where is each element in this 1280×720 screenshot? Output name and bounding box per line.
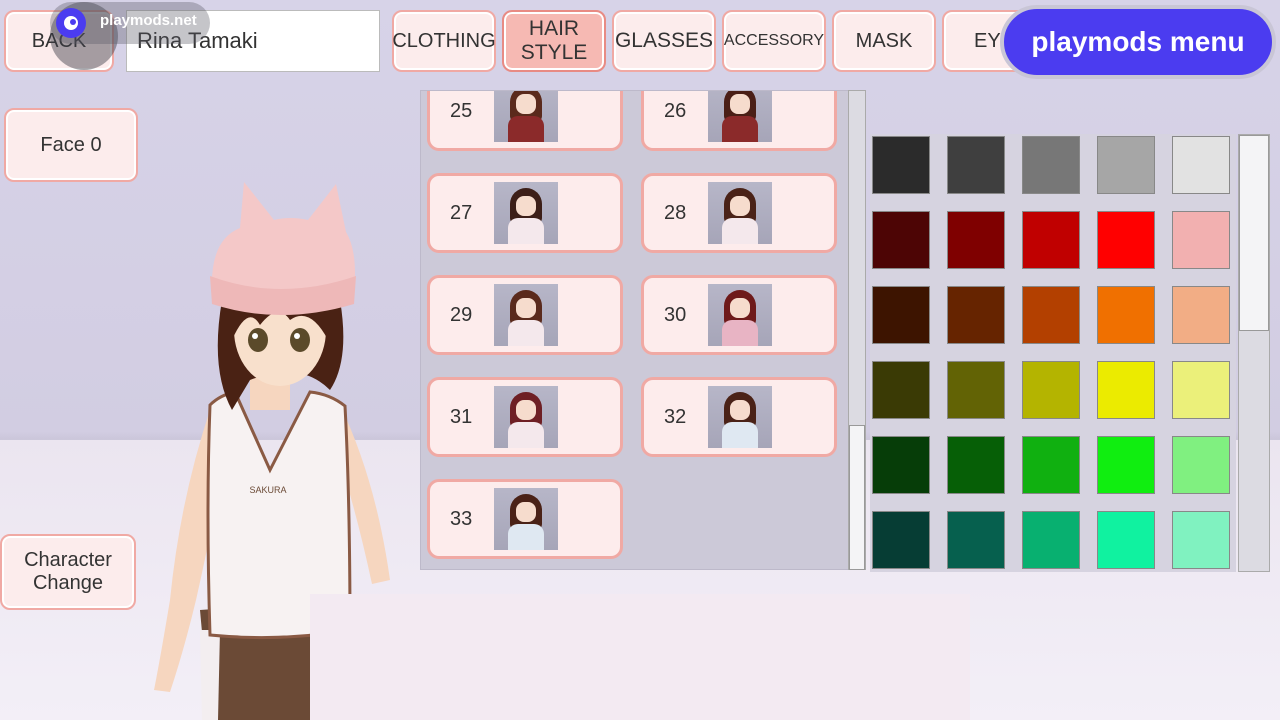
hair-style-item[interactable]: 32 (641, 377, 837, 457)
color-swatch[interactable] (947, 211, 1005, 269)
hair-style-number: 32 (664, 405, 687, 428)
hair-style-thumbnail (494, 488, 558, 550)
hair-style-number: 26 (664, 99, 687, 122)
hair-style-item[interactable]: 27 (427, 173, 623, 253)
face-button-label: Face 0 (40, 133, 102, 156)
hair-style-item[interactable]: 26 (641, 91, 837, 151)
hair-style-number: 27 (450, 201, 473, 224)
hair-style-item[interactable]: 31 (427, 377, 623, 457)
tab-clothing[interactable]: CLOTHING (392, 10, 496, 72)
color-swatch[interactable] (1097, 211, 1155, 269)
color-swatch[interactable] (947, 286, 1005, 344)
tab-accessory-label: ACCESSORY (723, 32, 825, 49)
hair-style-item[interactable]: 30 (641, 275, 837, 355)
color-swatch[interactable] (1172, 436, 1230, 494)
site-label: playmods.net (100, 12, 197, 29)
tab-accessory[interactable]: ACCESSORY (722, 10, 826, 72)
hair-style-number: 28 (664, 201, 687, 224)
color-swatch[interactable] (872, 361, 930, 419)
playmods-logo-icon (56, 8, 86, 38)
hair-style-item[interactable]: 29 (427, 275, 623, 355)
color-swatch[interactable] (1172, 511, 1230, 569)
character-change-label: Character Change (24, 549, 112, 594)
color-swatch[interactable] (947, 436, 1005, 494)
hair-style-thumbnail (708, 182, 772, 244)
hair-style-number: 29 (450, 303, 473, 326)
hair-style-number: 33 (450, 507, 473, 530)
color-swatch[interactable] (947, 136, 1005, 194)
hair-style-thumbnail (494, 91, 558, 142)
shirt-logo: SAKURA (249, 485, 286, 495)
hair-style-number: 31 (450, 405, 473, 428)
hair-style-number: 25 (450, 99, 473, 122)
hair-style-item[interactable]: 33 (427, 479, 623, 559)
color-swatch[interactable] (1172, 286, 1230, 344)
color-swatch[interactable] (1022, 211, 1080, 269)
hair-color-palette[interactable] (870, 134, 1236, 572)
color-swatch[interactable] (1172, 136, 1230, 194)
color-swatch[interactable] (1097, 511, 1155, 569)
tab-hair-style[interactable]: HAIR STYLE (502, 10, 606, 72)
tab-hair-style-label: HAIR STYLE (520, 17, 588, 64)
hair-style-item[interactable]: 28 (641, 173, 837, 253)
hair-style-thumbnail (494, 284, 558, 346)
color-swatch[interactable] (1097, 436, 1155, 494)
color-swatch[interactable] (947, 511, 1005, 569)
hair-style-thumbnail (708, 91, 772, 142)
color-swatch[interactable] (872, 511, 930, 569)
tab-glasses-label: GLASSES (614, 29, 714, 52)
hair-style-number: 30 (664, 303, 687, 326)
color-swatch[interactable] (872, 211, 930, 269)
tab-mask-label: MASK (855, 29, 913, 52)
color-swatch[interactable] (1022, 361, 1080, 419)
hair-list-scrollbar[interactable] (848, 90, 866, 570)
color-swatch[interactable] (1022, 511, 1080, 569)
hair-style-list[interactable]: 25 26 27 28 29 30 31 32 33 (420, 90, 866, 570)
tab-mask[interactable]: MASK (832, 10, 936, 72)
color-swatch[interactable] (1097, 361, 1155, 419)
hair-style-thumbnail (708, 284, 772, 346)
playmods-menu-label: playmods menu (1031, 26, 1245, 57)
color-swatch[interactable] (872, 286, 930, 344)
color-swatch[interactable] (1022, 286, 1080, 344)
color-swatch[interactable] (947, 361, 1005, 419)
color-palette-scrollbar[interactable] (1238, 134, 1270, 572)
tab-clothing-label: CLOTHING (392, 29, 496, 52)
color-swatch[interactable] (1097, 136, 1155, 194)
color-swatch[interactable] (1022, 136, 1080, 194)
hair-style-thumbnail (494, 182, 558, 244)
character-change-button[interactable]: Character Change (0, 534, 136, 610)
color-swatch[interactable] (1172, 211, 1230, 269)
color-swatch[interactable] (1172, 361, 1230, 419)
face-button[interactable]: Face 0 (4, 108, 138, 182)
info-panel (310, 594, 970, 720)
color-swatch[interactable] (872, 436, 930, 494)
hair-list-scroll-thumb[interactable] (849, 425, 865, 570)
color-swatch[interactable] (1097, 286, 1155, 344)
color-swatch[interactable] (1022, 436, 1080, 494)
playmods-menu-button[interactable]: playmods menu (1000, 5, 1276, 79)
hair-style-thumbnail (494, 386, 558, 448)
tab-glasses[interactable]: GLASSES (612, 10, 716, 72)
hair-style-thumbnail (708, 386, 772, 448)
hair-style-item[interactable]: 25 (427, 91, 623, 151)
color-palette-scroll-thumb[interactable] (1239, 135, 1269, 331)
color-swatch[interactable] (872, 136, 930, 194)
